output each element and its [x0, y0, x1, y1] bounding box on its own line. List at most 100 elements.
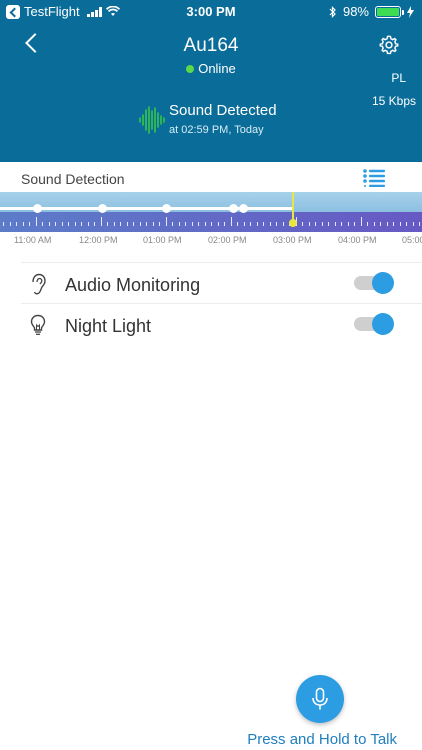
sound-wave-icon: [139, 106, 165, 134]
audio-monitoring-toggle[interactable]: [354, 272, 394, 294]
setting-label: Audio Monitoring: [65, 275, 201, 295]
status-bar: TestFlight 3:00 PM 98%: [0, 0, 422, 22]
timeline-tick: [146, 222, 147, 226]
battery-icon: [375, 5, 404, 18]
gear-icon[interactable]: [378, 34, 400, 56]
timeline-tick: [419, 222, 420, 226]
timeline-tick: [74, 222, 76, 226]
timeline-tick: [87, 222, 89, 226]
timeline-tick: [282, 222, 284, 226]
timeline-event-dot[interactable]: [162, 204, 171, 213]
ear-icon: [32, 273, 46, 295]
timeline-label: 03:00 PM: [273, 235, 312, 245]
event-list-icon[interactable]: [363, 169, 385, 187]
timeline-tick: [211, 222, 212, 226]
timeline-tick: [198, 222, 199, 226]
online-status-label: Online: [198, 61, 236, 76]
online-dot-icon: [186, 65, 195, 73]
timeline-cursor-handle[interactable]: [289, 219, 297, 227]
device-title: Au164: [183, 35, 239, 56]
setting-row-night-light: Night Light: [21, 303, 422, 344]
timeline-tick: [367, 222, 368, 226]
timeline-tick: [243, 222, 245, 226]
push-to-talk-button[interactable]: [296, 675, 344, 723]
timeline-tick: [48, 222, 50, 226]
timeline-tick: [29, 222, 30, 226]
timeline-label: 04:00 PM: [338, 235, 377, 245]
timeline-event-dot[interactable]: [98, 204, 107, 213]
charging-icon: [407, 5, 414, 18]
push-to-talk-label[interactable]: Press and Hold to Talk: [247, 731, 397, 748]
timeline-tick: [178, 222, 180, 226]
timeline-tick: [107, 222, 108, 226]
timeline-tick: [81, 222, 82, 226]
bitrate-indicator: 15 Kbps: [371, 94, 416, 108]
timeline-tick: [172, 222, 173, 226]
timeline-tick: [217, 222, 219, 226]
timeline-tick: [328, 222, 329, 226]
timeline-label: 01:00 PM: [143, 235, 182, 245]
timeline-tick: [230, 217, 232, 226]
timeline-tick: [412, 222, 414, 226]
timeline-tick: [16, 222, 17, 226]
timeline-event-dot[interactable]: [229, 204, 238, 213]
timeline-tick: [380, 222, 381, 226]
timeline-tick: [302, 222, 303, 226]
timeline-tick: [399, 222, 401, 226]
timeline-tick: [321, 222, 323, 226]
timeline-tick: [61, 222, 63, 226]
timeline-event-dot[interactable]: [33, 204, 42, 213]
sound-detection-label: Sound Detection: [21, 171, 125, 187]
setting-label: Night Light: [65, 316, 152, 336]
timeline-tick: [341, 222, 342, 226]
bluetooth-icon: [329, 5, 336, 18]
timeline-labels: 11:00 AM 12:00 PM 01:00 PM 02:00 PM 03:0…: [0, 235, 422, 247]
detection-timeline[interactable]: [0, 192, 422, 232]
timeline-tick: [334, 222, 336, 226]
timeline-tick: [185, 222, 186, 226]
timeline-tick: [94, 222, 95, 226]
timeline-tick: [256, 222, 258, 226]
timeline-tick: [354, 222, 355, 226]
timeline-tick: [22, 222, 24, 226]
timeline-tick: [269, 222, 271, 226]
timeline-tick: [237, 222, 238, 226]
timeline-activity-line: [0, 207, 293, 210]
timeline-tick: [100, 217, 102, 226]
timeline-label: 02:00 PM: [208, 235, 247, 245]
timeline-tick: [315, 222, 316, 226]
event-time: at 02:59 PM, Today: [169, 124, 264, 136]
timeline-tick: [42, 222, 43, 226]
lightbulb-icon: [30, 314, 46, 335]
timeline-tick: [373, 222, 375, 226]
timeline-tick: [276, 222, 277, 226]
timeline-tick: [308, 222, 310, 226]
timeline-tick: [55, 222, 56, 226]
timeline-tick: [386, 222, 388, 226]
timeline-event-dot[interactable]: [239, 204, 248, 213]
toggle-knob: [372, 313, 394, 335]
battery-percent: 98%: [342, 4, 369, 19]
timeline-tick: [152, 222, 154, 226]
timeline-tick: [126, 222, 128, 226]
night-light-toggle[interactable]: [354, 313, 394, 335]
timeline-tick: [35, 217, 37, 226]
timeline-tick: [224, 222, 225, 226]
header: TestFlight 3:00 PM 98% Au164 Online PL 1…: [0, 0, 422, 162]
timeline-tick: [113, 222, 115, 226]
timeline-label: 05:00: [402, 235, 422, 245]
timeline-tick: [263, 222, 264, 226]
timeline-tick: [3, 222, 4, 226]
toggle-knob: [372, 272, 394, 294]
timeline-tick: [360, 217, 362, 226]
timeline-tick: [165, 217, 167, 226]
timeline-tick: [406, 222, 407, 226]
timeline-tick: [120, 222, 121, 226]
timeline-label: 12:00 PM: [79, 235, 118, 245]
timeline-tick: [347, 222, 349, 226]
online-status: Online: [0, 61, 422, 76]
event-title: Sound Detected: [169, 102, 277, 119]
timeline-tick: [139, 222, 141, 226]
timeline-tick: [9, 222, 11, 226]
settings-list: Audio Monitoring Night Light: [21, 262, 422, 344]
